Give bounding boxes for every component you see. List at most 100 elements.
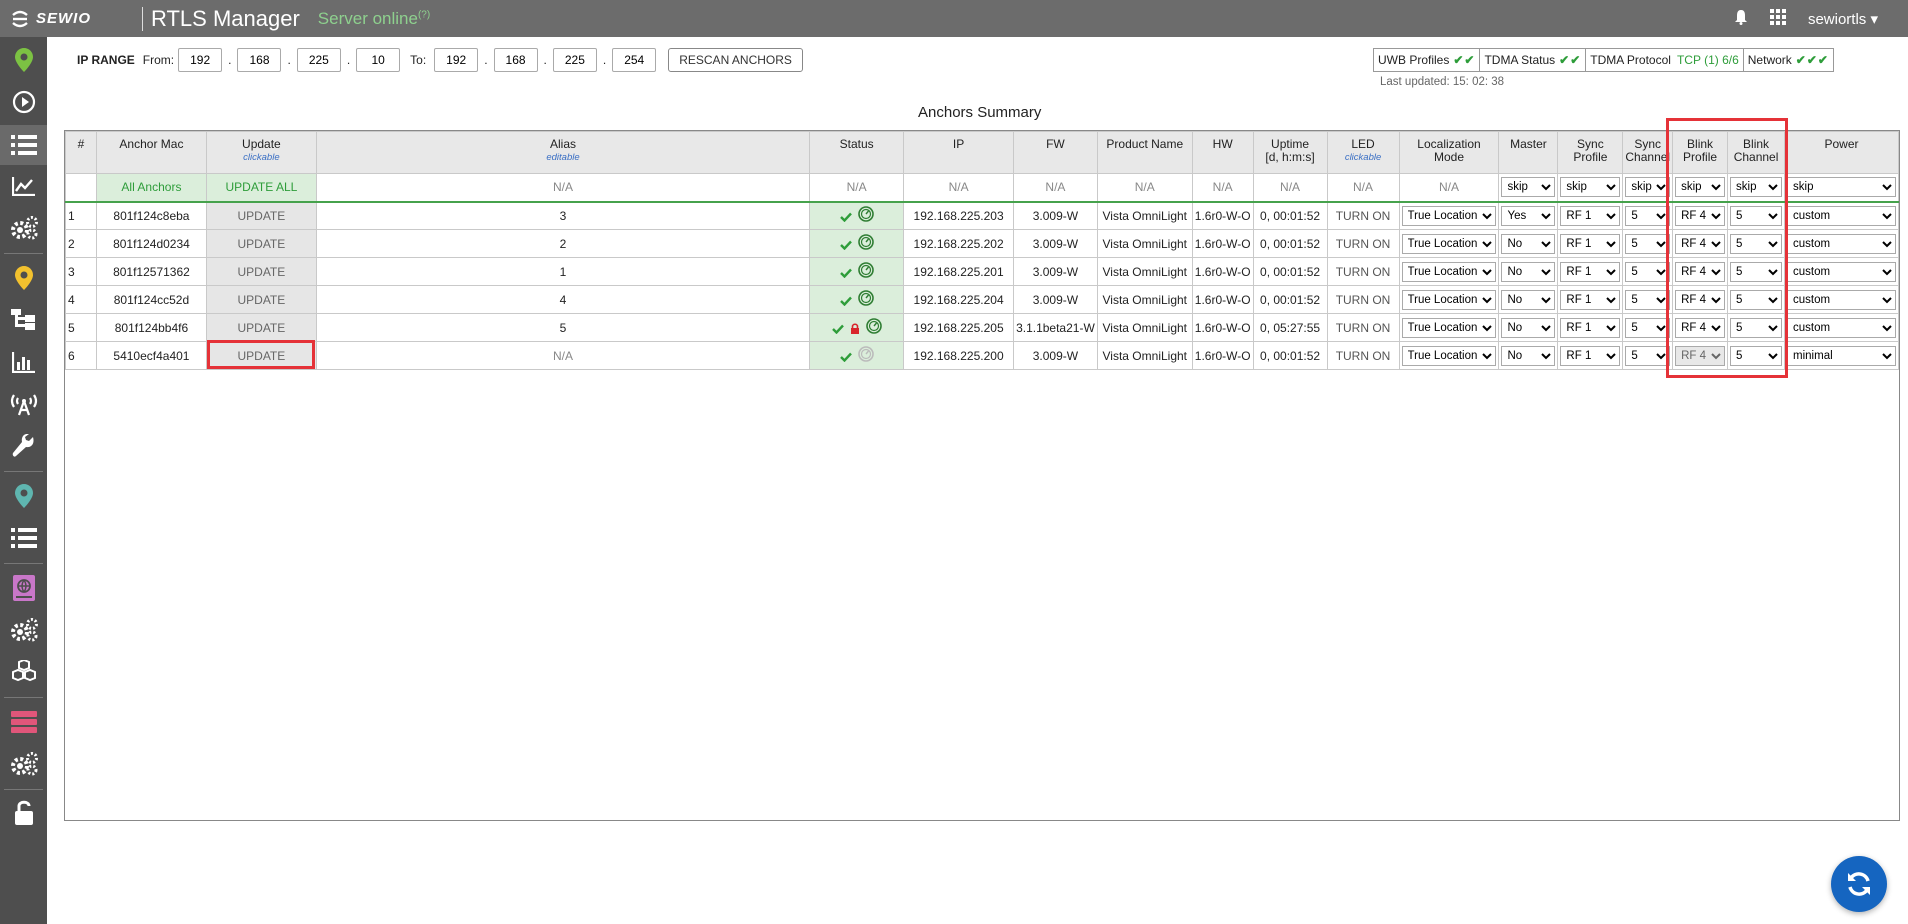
led-turn-on-button[interactable]: TURN ON xyxy=(1326,313,1400,342)
server-status-help[interactable]: (?) xyxy=(418,9,430,20)
sidebar-item-list[interactable] xyxy=(0,125,47,165)
col-anchor-mac[interactable]: Anchor Mac xyxy=(95,131,207,174)
sidebar-item-servers[interactable] xyxy=(0,703,47,741)
system-status-bar: UWB Profiles ✔✔ TDMA Status ✔✔ TDMA Protoc… xyxy=(1373,48,1834,72)
master-select[interactable]: Yes xyxy=(1501,205,1556,226)
localization-mode-select[interactable]: True Location xyxy=(1401,317,1497,338)
user-menu[interactable]: sewiortls ▾ xyxy=(1808,10,1878,28)
sidebar-item-docs[interactable] xyxy=(0,569,47,607)
apps-grid-icon[interactable] xyxy=(1769,8,1786,29)
master-select[interactable]: No xyxy=(1501,317,1556,338)
sidebar-item-anchors[interactable] xyxy=(0,385,47,423)
sync-profile-select[interactable]: RF 1 xyxy=(1560,233,1621,254)
localization-mode-select[interactable]: True Location xyxy=(1401,233,1497,254)
update-button[interactable]: UPDATE xyxy=(205,285,317,314)
alias-cell[interactable]: 1 xyxy=(315,257,811,286)
ip-to-octet-2[interactable] xyxy=(493,48,538,72)
all-sync-profile-select[interactable]: skip xyxy=(1560,177,1621,198)
power-select[interactable]: minimal xyxy=(1787,345,1896,366)
sync-channel-select[interactable]: 5 xyxy=(1625,261,1671,282)
update-button[interactable]: UPDATE xyxy=(205,201,317,230)
sewio-logo[interactable]: SEWIO xyxy=(10,10,130,28)
alias-cell[interactable]: 3 xyxy=(315,201,811,230)
update-button[interactable]: UPDATE xyxy=(205,229,317,258)
sync-profile-select[interactable]: RF 1 xyxy=(1560,317,1621,338)
ip-to-octet-4[interactable] xyxy=(612,48,657,72)
sidebar-item-modules[interactable] xyxy=(0,653,47,691)
alias-cell[interactable]: 4 xyxy=(315,285,811,314)
led-turn-on-button[interactable]: TURN ON xyxy=(1326,341,1400,370)
sync-profile-select[interactable]: RF 1 xyxy=(1560,289,1621,310)
update-all-button[interactable]: UPDATE ALL xyxy=(205,173,317,203)
led-turn-on-button[interactable]: TURN ON xyxy=(1326,201,1400,230)
sidebar-item-analytics[interactable] xyxy=(0,167,47,205)
power-select[interactable]: custom xyxy=(1787,289,1896,310)
rescan-anchors-button[interactable]: RESCAN ANCHORS xyxy=(668,48,803,72)
alias-cell[interactable]: 2 xyxy=(315,229,811,258)
sidebar-item-structure[interactable] xyxy=(0,301,47,339)
sync-channel-select[interactable]: 5 xyxy=(1625,289,1671,310)
localization-mode-select[interactable]: True Location xyxy=(1401,205,1497,226)
update-button[interactable]: UPDATE xyxy=(205,313,317,342)
ip-from-octet-4[interactable] xyxy=(356,48,401,72)
all-power-select[interactable]: skip xyxy=(1787,177,1896,198)
power-select[interactable]: custom xyxy=(1787,205,1896,226)
localization-mode-select[interactable]: True Location xyxy=(1401,261,1497,282)
led-turn-on-button[interactable]: TURN ON xyxy=(1326,285,1400,314)
sync-channel-select[interactable]: 5 xyxy=(1625,233,1671,254)
sync-channel-select[interactable]: 5 xyxy=(1625,317,1671,338)
status-label: UWB Profiles xyxy=(1378,53,1450,67)
led-turn-on-button[interactable]: TURN ON xyxy=(1326,229,1400,258)
sync-profile-select[interactable]: RF 1 xyxy=(1560,205,1621,226)
refresh-button[interactable] xyxy=(1831,856,1887,912)
master-select[interactable]: No xyxy=(1501,233,1556,254)
ip-to-octet-3[interactable] xyxy=(552,48,597,72)
network-status[interactable]: Network ✔✔✔ xyxy=(1742,48,1834,72)
sidebar-item-records[interactable] xyxy=(0,519,47,557)
power-select[interactable]: custom xyxy=(1787,261,1896,282)
server-status-label: Server online xyxy=(317,8,418,28)
master-select[interactable]: No xyxy=(1501,261,1556,282)
led-turn-on-button[interactable]: TURN ON xyxy=(1326,257,1400,286)
sidebar-item-player[interactable] xyxy=(0,83,47,121)
sidebar-item-places[interactable] xyxy=(0,477,47,515)
col-ip[interactable]: IP xyxy=(903,131,1015,174)
sync-channel-select[interactable]: 5 xyxy=(1625,205,1671,226)
localization-mode-select[interactable]: True Location xyxy=(1401,289,1497,310)
server-status[interactable]: Server online(?) xyxy=(318,9,430,29)
localization-mode-cell: True Location xyxy=(1398,257,1500,286)
col-product-name[interactable]: Product Name xyxy=(1096,131,1193,174)
sidebar-item-stats[interactable] xyxy=(0,343,47,381)
all-master-select[interactable]: skip xyxy=(1501,177,1556,198)
tdma-status[interactable]: TDMA Status ✔✔ xyxy=(1479,48,1587,72)
sidebar-item-lock[interactable] xyxy=(0,795,47,825)
gauge-icon xyxy=(857,206,874,225)
power-select[interactable]: custom xyxy=(1787,317,1896,338)
update-button[interactable]: UPDATE xyxy=(205,257,317,286)
ip-from-octet-1[interactable] xyxy=(178,48,223,72)
alias-cell[interactable]: 5 xyxy=(315,313,811,342)
power-select[interactable]: custom xyxy=(1787,233,1896,254)
sidebar-item-map[interactable] xyxy=(0,259,47,297)
uwb-profiles-status[interactable]: UWB Profiles ✔✔ xyxy=(1373,48,1481,72)
tdma-protocol-status[interactable]: TDMA Protocol TCP (1) 6/6 xyxy=(1585,48,1744,72)
sidebar-item-config[interactable] xyxy=(0,611,47,649)
bell-icon[interactable] xyxy=(1734,9,1748,29)
alias-cell[interactable]: N/A xyxy=(315,341,811,370)
sidebar-item-system[interactable] xyxy=(0,745,47,783)
localization-mode-select[interactable]: True Location xyxy=(1401,345,1497,366)
col-fw[interactable]: FW xyxy=(1013,131,1098,174)
ip-from-octet-3[interactable] xyxy=(296,48,341,72)
ip-from-octet-2[interactable] xyxy=(237,48,282,72)
master-select[interactable]: No xyxy=(1501,289,1556,310)
ip-to-octet-1[interactable] xyxy=(434,48,479,72)
sidebar-item-tools[interactable] xyxy=(0,427,47,465)
col-hw[interactable]: HW xyxy=(1191,131,1254,174)
sync-profile-select[interactable]: RF 1 xyxy=(1560,345,1621,366)
sidebar-item-settings[interactable] xyxy=(0,209,47,247)
sync-profile-select[interactable]: RF 1 xyxy=(1560,261,1621,282)
sidebar-item-location[interactable] xyxy=(0,41,47,79)
master-select[interactable]: No xyxy=(1501,345,1556,366)
sync-channel-select[interactable]: 5 xyxy=(1625,345,1671,366)
all-sync-channel-select[interactable]: skip xyxy=(1625,177,1671,198)
